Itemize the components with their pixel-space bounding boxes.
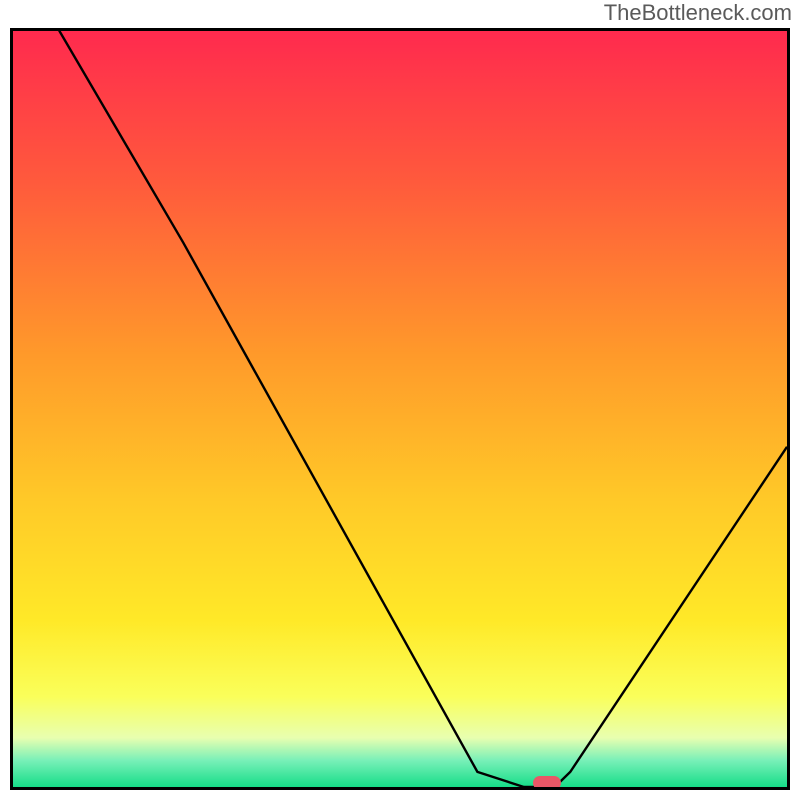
- gradient-background: [13, 31, 787, 787]
- chart-container: TheBottleneck.com: [0, 0, 800, 800]
- plot-area: [13, 31, 787, 787]
- attribution-label: TheBottleneck.com: [604, 0, 792, 26]
- optimal-marker: [533, 776, 561, 787]
- chart-svg: [13, 31, 787, 787]
